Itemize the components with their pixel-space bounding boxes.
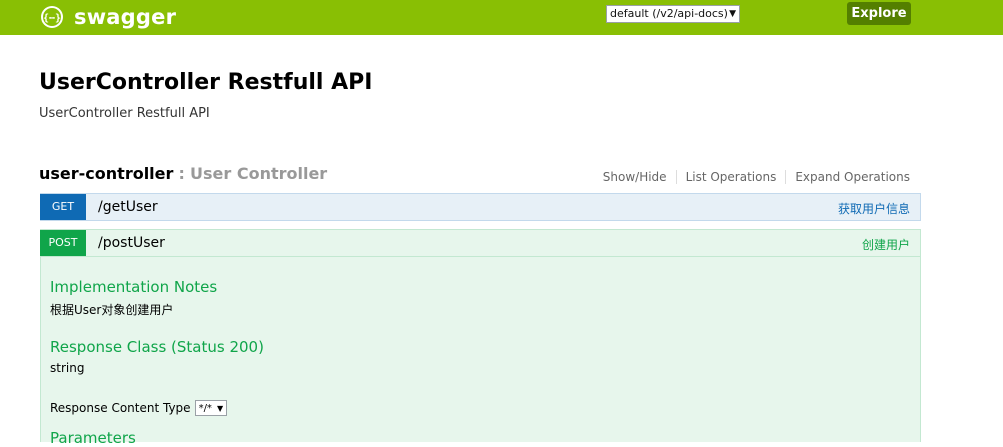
operation-summary[interactable]: 创建用户: [862, 236, 910, 253]
page-title: UserController Restfull API: [39, 70, 373, 95]
implementation-notes-text: 根据User对象创建用户: [50, 303, 174, 317]
operation-get-getuser: GET /getUser 获取用户信息: [40, 193, 921, 221]
expand-operations-link[interactable]: Expand Operations: [795, 170, 910, 184]
link-divider: [785, 170, 787, 184]
response-content-type-select[interactable]: */* ▼: [194, 400, 228, 416]
spec-select[interactable]: default (/v2/api-docs) ▼: [606, 5, 740, 23]
show-hide-link[interactable]: Show/Hide: [603, 170, 667, 184]
response-class-title: Response Class (Status 200): [50, 338, 264, 356]
operation-path[interactable]: /getUser: [98, 199, 158, 215]
explore-button[interactable]: Explore: [847, 2, 911, 25]
top-bar: {⋯} swagger default (/v2/api-docs) ▼ Exp…: [0, 0, 1003, 35]
brand-name: swagger: [74, 5, 177, 29]
swagger-logo-glyph: {⋯}: [43, 13, 61, 24]
select-caret-icon: ▼: [216, 403, 224, 413]
operation-post-postuser: POST /postUser 创建用户 Implementation Notes…: [40, 229, 921, 447]
response-content-type-value: */*: [198, 402, 212, 414]
resource-description: User Controller: [190, 164, 328, 183]
swagger-logo-icon: {⋯}: [40, 5, 64, 29]
operation-content: Implementation Notes 根据User对象创建用户 Respon…: [41, 256, 920, 447]
link-divider: [675, 170, 677, 184]
method-badge-post[interactable]: POST: [40, 229, 86, 256]
resource-separator: :: [178, 164, 185, 183]
operation-heading[interactable]: POST /postUser 创建用户: [40, 229, 920, 256]
page-description: UserController Restfull API: [39, 106, 210, 121]
resource-heading[interactable]: user-controller : User Controller: [39, 164, 327, 183]
operation-path[interactable]: /postUser: [98, 235, 165, 251]
select-caret-icon: ▼: [729, 9, 736, 19]
spec-select-value: default (/v2/api-docs): [610, 7, 728, 20]
response-content-type-label: Response Content Type: [50, 401, 191, 415]
response-class-text: string: [50, 361, 85, 375]
resource-name[interactable]: user-controller: [39, 164, 173, 183]
resource-links: Show/Hide List Operations Expand Operati…: [603, 170, 910, 184]
response-content-type-row: Response Content Type */* ▼: [50, 400, 228, 416]
operation-summary[interactable]: 获取用户信息: [838, 200, 910, 217]
list-operations-link[interactable]: List Operations: [686, 170, 777, 184]
parameters-title: Parameters: [50, 429, 136, 447]
brand-link[interactable]: {⋯} swagger: [40, 3, 176, 31]
implementation-notes-title: Implementation Notes: [50, 278, 218, 296]
operation-heading[interactable]: GET /getUser 获取用户信息: [40, 193, 920, 220]
method-badge-get[interactable]: GET: [40, 193, 86, 220]
